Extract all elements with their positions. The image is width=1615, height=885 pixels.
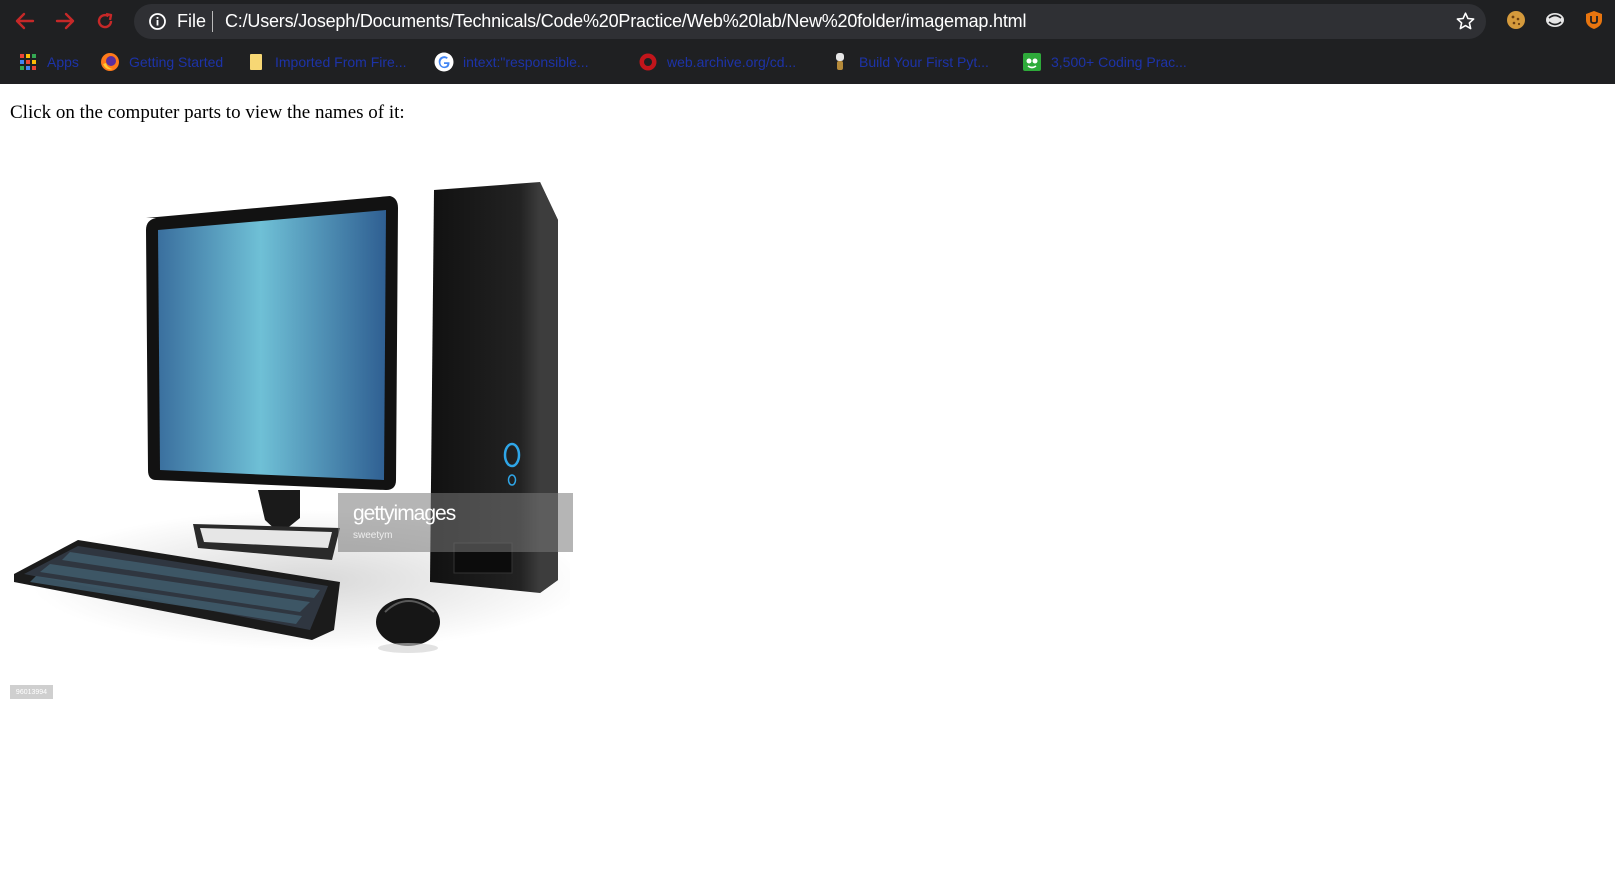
intro-text: Click on the computer parts to view the … <box>10 102 405 123</box>
bookmark-label: 3,500+ Coding Prac... <box>1051 54 1187 70</box>
omnibox-separator <box>212 11 213 32</box>
url-text[interactable]: C:/Users/Joseph/Documents/Technicals/Cod… <box>225 11 1026 32</box>
forward-arrow-icon <box>55 12 75 30</box>
folder-icon <box>246 52 266 72</box>
monitor-screen <box>158 210 386 480</box>
python-icon <box>830 52 850 72</box>
cookie-icon[interactable] <box>1505 9 1527 31</box>
archive-icon <box>638 52 658 72</box>
watermark-logo: gettyimages <box>353 502 456 525</box>
bookmark-label: web.archive.org/cd... <box>667 54 797 70</box>
address-bar[interactable]: File C:/Users/Joseph/Documents/Technical… <box>134 4 1486 39</box>
info-icon[interactable] <box>148 12 167 31</box>
google-icon <box>434 52 454 72</box>
bookmark-coding-practice[interactable]: 3,500+ Coding Prac... <box>1022 51 1187 73</box>
bookmark-build-python[interactable]: Build Your First Pyt... <box>830 51 989 73</box>
bookmark-getting-started[interactable]: Getting Started <box>100 51 223 73</box>
reload-button[interactable] <box>90 6 120 36</box>
bookmark-google-search[interactable]: intext:"responsible... <box>434 51 589 73</box>
firefox-icon <box>100 52 120 72</box>
bookmark-label: Getting Started <box>129 54 224 70</box>
bookmark-label: intext:"responsible... <box>463 54 589 70</box>
back-button[interactable] <box>10 6 40 36</box>
bookmark-label: Build Your First Pyt... <box>859 54 989 70</box>
back-arrow-icon <box>15 12 35 30</box>
mouse <box>376 598 440 653</box>
scheme-label: File <box>177 11 207 31</box>
computer-image-map[interactable] <box>10 150 590 690</box>
bookmark-apps[interactable]: Apps <box>18 51 79 73</box>
shield-icon[interactable] <box>1583 9 1605 31</box>
reload-icon <box>97 12 113 29</box>
bookmark-label: Imported From Fire... <box>275 54 407 70</box>
desktop-computer-illustration <box>14 182 590 653</box>
browser-toolbar: File C:/Users/Joseph/Documents/Technical… <box>0 0 1615 84</box>
extension-icon[interactable] <box>1544 9 1566 31</box>
bookmark-star-icon[interactable] <box>1455 11 1476 32</box>
monitor <box>146 196 398 490</box>
coding-icon <box>1022 52 1042 72</box>
image-id-badge: 96013994 <box>10 685 53 699</box>
bookmark-web-archive[interactable]: web.archive.org/cd... <box>638 51 796 73</box>
bookmarks-bar: Apps Getting Started Imported From Fire.… <box>0 44 1615 80</box>
apps-grid-icon <box>18 52 38 72</box>
bookmark-label: Apps <box>47 54 79 70</box>
forward-button[interactable] <box>50 6 80 36</box>
bookmark-imported-folder[interactable]: Imported From Fire... <box>246 51 406 73</box>
watermark-credit: sweetym <box>353 530 393 541</box>
